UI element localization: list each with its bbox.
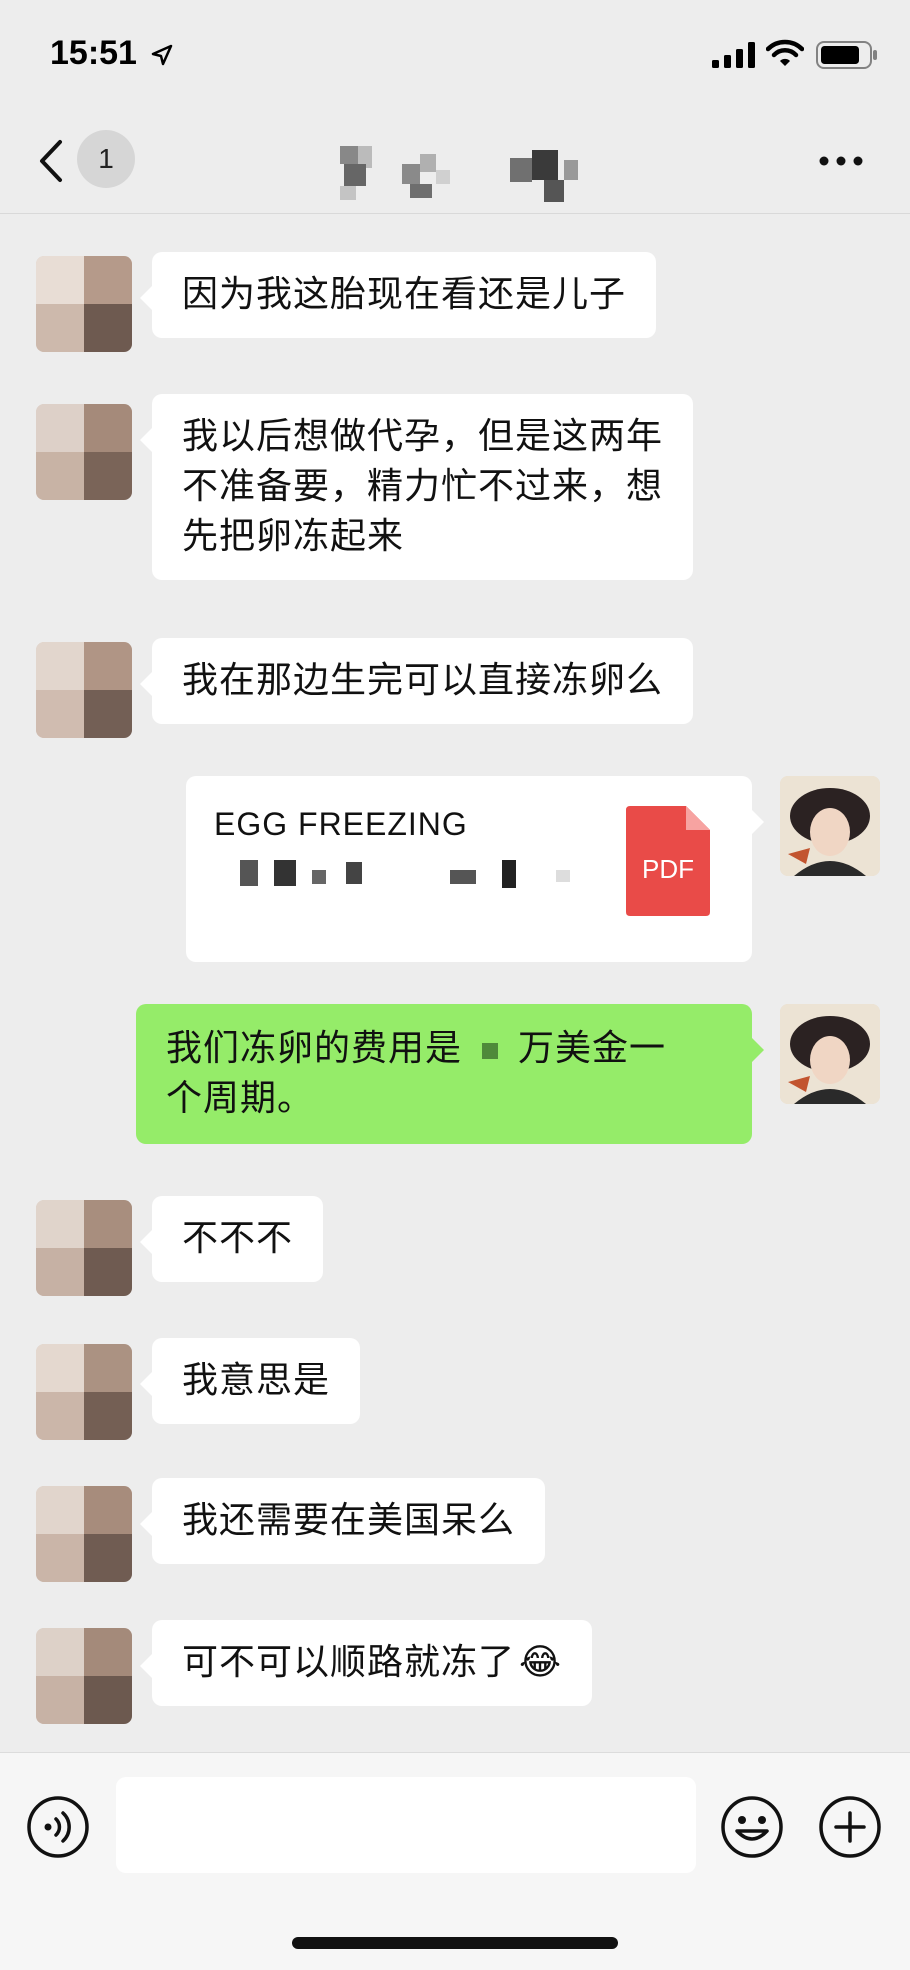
laughing-emoji-icon: 😂 (519, 1642, 563, 1683)
self-avatar[interactable] (780, 1004, 880, 1104)
emoji-icon[interactable] (720, 1795, 784, 1859)
message-input[interactable] (116, 1777, 696, 1873)
redacted-amount (462, 1035, 518, 1065)
message-bubble[interactable]: 我以后想做代孕，但是这两年 不准备要，精力忙不过来，想 先把卵冻起来 (139, 394, 694, 580)
message-bubble[interactable]: 我还需要在美国呆么 (139, 1478, 546, 1564)
home-indicator (292, 1937, 618, 1949)
contact-avatar[interactable] (36, 642, 132, 738)
file-name: EGG FREEZING (214, 806, 468, 842)
message-bubble[interactable]: 我在那边生完可以直接冻卵么 (139, 638, 694, 724)
voice-icon[interactable] (26, 1795, 90, 1859)
outgoing-message-bubble[interactable]: 我们冻卵的费用是 万美金一 个周期。 (136, 1004, 764, 1144)
chevron-left-icon[interactable] (36, 138, 66, 184)
plus-icon[interactable] (818, 1795, 882, 1859)
battery-icon (816, 41, 877, 69)
contact-avatar[interactable] (36, 1628, 132, 1724)
chat-header: 1 (0, 110, 910, 214)
unread-count-badge[interactable]: 1 (77, 130, 135, 188)
self-avatar-image (780, 776, 880, 876)
message-bubble[interactable]: 我意思是 (139, 1338, 361, 1424)
contact-avatar[interactable] (36, 1344, 132, 1440)
chat-title (340, 140, 600, 202)
file-subtitle-redacted (240, 856, 590, 896)
contact-avatar[interactable] (36, 1486, 132, 1582)
pdf-file-message[interactable]: EGG FREEZING PDF (186, 776, 764, 962)
self-avatar-image (780, 1004, 880, 1104)
contact-avatar[interactable] (36, 256, 132, 352)
contact-avatar[interactable] (36, 1200, 132, 1296)
status-time: 15:51 (50, 34, 137, 72)
contact-avatar[interactable] (36, 404, 132, 500)
status-bar: 15:51 (0, 0, 910, 110)
location-arrow-icon (151, 44, 173, 66)
message-bubble[interactable]: 因为我这胎现在看还是儿子 (139, 252, 657, 338)
wifi-icon (766, 39, 804, 66)
pdf-badge-label: PDF (642, 854, 694, 884)
cellular-signal-icon (712, 42, 755, 68)
self-avatar[interactable] (780, 776, 880, 876)
more-dots-icon[interactable] (818, 154, 864, 168)
message-bubble[interactable]: 可不可以顺路就冻了 😂 (139, 1620, 593, 1706)
message-bubble[interactable]: 不不不 (139, 1196, 324, 1282)
input-bar (0, 1752, 910, 1970)
